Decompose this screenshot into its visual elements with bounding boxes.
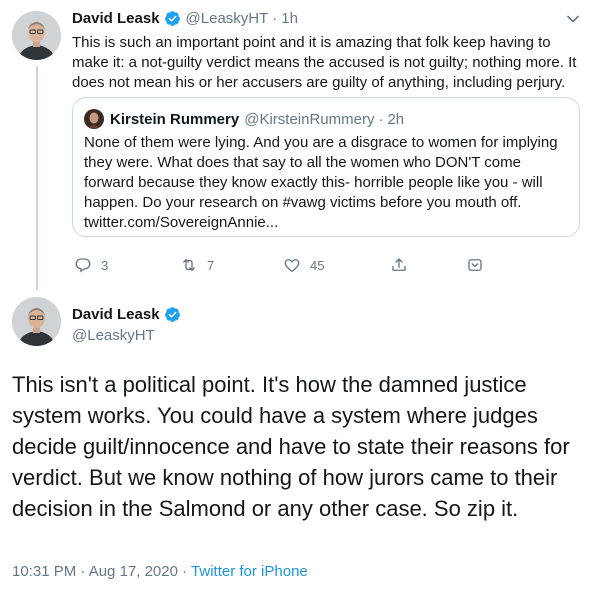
avatar-photo	[12, 11, 61, 60]
reply-count: 3	[101, 257, 109, 273]
quote-text: None of them were lying. And you are a d…	[84, 134, 558, 231]
share-icon	[392, 258, 406, 271]
avatar[interactable]	[12, 11, 61, 60]
quote-avatar	[84, 109, 104, 129]
avatar-photo	[12, 297, 61, 346]
tweet-meta: 10:31 PM · Aug 17, 2020 · Twitter for iP…	[12, 563, 308, 580]
like-button[interactable]: 45	[283, 256, 324, 274]
retweet-button[interactable]: 7	[180, 256, 214, 274]
tip-icon	[468, 259, 482, 271]
separator: ·	[182, 563, 188, 580]
author-name[interactable]: David Leask	[72, 10, 160, 27]
tweet-source-link[interactable]: Twitter for iPhone	[191, 563, 308, 580]
tweet2-header: David Leask	[72, 306, 181, 323]
chevron-down-icon[interactable]	[566, 12, 580, 31]
like-icon	[284, 259, 300, 273]
separator: ·	[272, 10, 278, 27]
share-button[interactable]	[390, 256, 408, 274]
tweet-time[interactable]: 1h	[281, 10, 298, 27]
quote-time: 2h	[387, 110, 405, 128]
tweet1-header: David Leask @LeaskyHT · 1h	[72, 10, 298, 27]
thread-line	[36, 66, 38, 290]
tip-button[interactable]	[466, 256, 484, 274]
author-name[interactable]: David Leask	[72, 306, 160, 323]
avatar[interactable]	[12, 297, 61, 346]
separator: ·	[378, 110, 384, 128]
reply-button[interactable]: 3	[74, 256, 108, 274]
main-tweet-text: This isn't a political point. It's how t…	[12, 372, 570, 521]
retweet-icon	[183, 259, 195, 271]
quoted-tweet[interactable]: Kirstein Rummery @KirsteinRummery · 2h N…	[72, 97, 580, 237]
quote-header: Kirstein Rummery @KirsteinRummery · 2h	[84, 109, 404, 129]
tweet-text: This is such an important point and it i…	[72, 34, 577, 91]
verified-badge-icon	[164, 306, 181, 323]
author-handle[interactable]: @LeaskyHT	[186, 10, 269, 27]
like-count: 45	[310, 257, 325, 273]
author-handle[interactable]: @LeaskyHT	[72, 327, 155, 344]
quote-author-handle: @KirsteinRummery	[244, 110, 375, 128]
retweet-count: 7	[207, 257, 215, 273]
quote-author-name: Kirstein Rummery	[110, 110, 240, 128]
tweet-timestamp[interactable]: 10:31 PM · Aug 17, 2020	[12, 563, 178, 580]
verified-badge-icon	[164, 10, 181, 27]
reply-icon	[75, 258, 91, 273]
